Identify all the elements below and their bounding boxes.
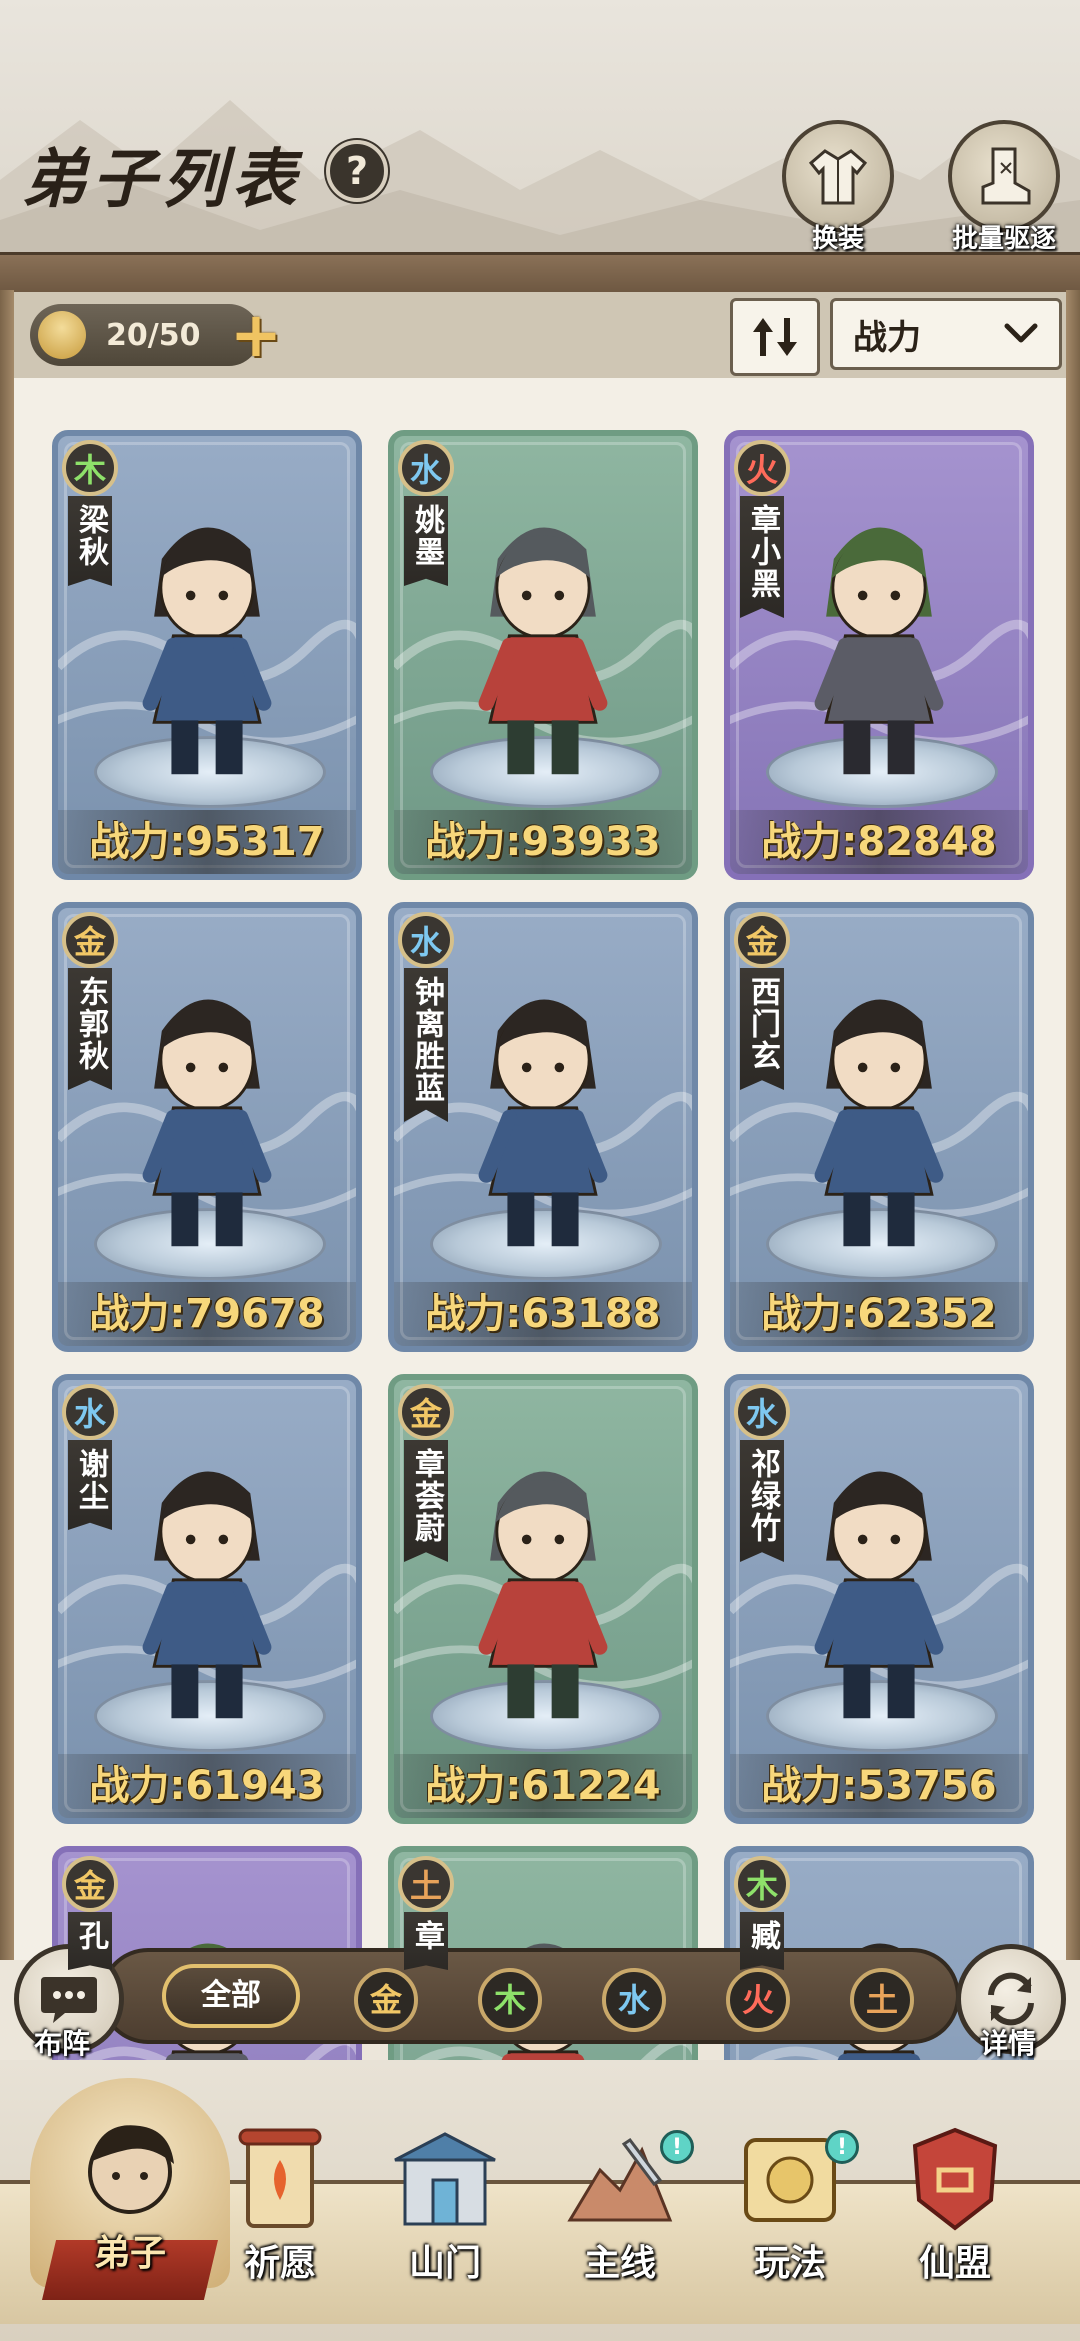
element-badge: 水: [398, 440, 454, 496]
disciple-name: 东郭秋: [68, 968, 112, 1090]
nav-sect-gate-label: 山门: [408, 2242, 481, 2284]
filter-earth-button[interactable]: 土: [850, 1968, 914, 2032]
gameplay-badge: !: [825, 2130, 859, 2164]
element-badge: 金: [62, 1856, 118, 1912]
scroll-icon: [238, 2128, 322, 2228]
disciple-card[interactable]: 金东郭秋战力:79678: [52, 902, 362, 1352]
disciple-name: 章荟蔚: [404, 1440, 448, 1562]
character-portrait: [478, 527, 608, 775]
expand-capacity-button[interactable]: +: [230, 304, 282, 366]
combat-power: 战力:82848: [730, 810, 1028, 874]
disciple-card[interactable]: 水姚墨战力:93933: [388, 430, 698, 880]
character-portrait: [142, 999, 272, 1247]
disciple-card[interactable]: 金西门玄战力:62352: [724, 902, 1034, 1352]
sort-field-value: 战力: [853, 317, 921, 358]
character-portrait: [814, 999, 944, 1247]
disciple-name: 孔: [68, 1912, 112, 1970]
element-badge: 金: [398, 1384, 454, 1440]
combat-power: 战力:79678: [58, 1282, 356, 1346]
filter-gold-button[interactable]: 金: [354, 1968, 418, 2032]
outfit-button[interactable]: 换装: [778, 120, 898, 255]
page-title: 弟子列表: [22, 142, 302, 217]
alliance-icon: [912, 2127, 998, 2231]
element-badge: 木: [734, 1856, 790, 1912]
filter-water-button[interactable]: 水: [602, 1968, 666, 2032]
combat-power: 战力:63188: [394, 1282, 692, 1346]
nav-sect-gate[interactable]: 山门: [370, 2120, 520, 2286]
combat-power: 战力:53756: [730, 1754, 1028, 1818]
character-portrait: [814, 1471, 944, 1719]
element-badge: 土: [398, 1856, 454, 1912]
filter-all-button[interactable]: 全部: [162, 1964, 300, 2028]
frame-right: [1066, 290, 1080, 1960]
disciple-card[interactable]: 水钟离胜蓝战力:63188: [388, 902, 698, 1352]
disciple-counter: 20/50: [30, 304, 260, 366]
disciple-name: 臧: [740, 1912, 784, 1970]
combat-power: 战力:61943: [58, 1754, 356, 1818]
disciple-card[interactable]: 金章荟蔚战力:61224: [388, 1374, 698, 1824]
nav-wish[interactable]: 祈愿: [205, 2120, 355, 2286]
element-badge: 金: [62, 912, 118, 968]
disciple-name: 梁秋: [68, 496, 112, 586]
disciple-icon: [88, 2125, 174, 2214]
disciple-name: 章: [404, 1912, 448, 1970]
element-badge: 火: [734, 440, 790, 496]
disciple-name: 钟离胜蓝: [404, 968, 448, 1122]
element-badge: 水: [62, 1384, 118, 1440]
nav-disciple-label: 弟子: [93, 2232, 166, 2274]
chevron-down-icon: [1004, 323, 1038, 343]
nav-main-story-label: 主线: [583, 2242, 656, 2284]
batch-dismiss-button[interactable]: 批量驱逐: [944, 120, 1064, 255]
nav-gameplay-label: 玩法: [753, 2242, 826, 2284]
disciple-card[interactable]: 水谢尘战力:61943: [52, 1374, 362, 1824]
combat-power: 战力:93933: [394, 810, 692, 874]
disciple-card[interactable]: 木梁秋战力:95317: [52, 430, 362, 880]
sort-order-button[interactable]: [730, 298, 820, 376]
character-portrait: [814, 527, 944, 775]
gate-icon: [394, 2132, 496, 2226]
nav-alliance-label: 仙盟: [918, 2242, 991, 2284]
nav-alliance[interactable]: 仙盟: [880, 2120, 1030, 2286]
element-badge: 木: [62, 440, 118, 496]
disciple-count: 20/50: [106, 317, 201, 353]
nav-disciple[interactable]: 弟子: [55, 2110, 205, 2276]
combat-power: 战力:61224: [394, 1754, 692, 1818]
sort-field-select[interactable]: 战力: [830, 298, 1062, 370]
nav-wish-label: 祈愿: [243, 2242, 316, 2284]
header: 弟子列表 ? 换装 批量驱逐: [0, 0, 1080, 260]
frame-left: [0, 290, 14, 1960]
main-story-badge: !: [660, 2130, 694, 2164]
disciple-name: 章小黑: [740, 496, 784, 618]
refresh-icon: [988, 1972, 1034, 2026]
disciple-head-icon: [38, 311, 86, 359]
disciple-name: 谢尘: [68, 1440, 112, 1530]
filter-wood-button[interactable]: 木: [478, 1968, 542, 2032]
disciple-name: 姚墨: [404, 496, 448, 586]
element-badge: 水: [734, 1384, 790, 1440]
element-filter-bar: 全部 金 木 水 火 土: [100, 1948, 960, 2044]
disciple-name: 祁绿竹: [740, 1440, 784, 1562]
disciple-name: 西门玄: [740, 968, 784, 1090]
batch-dismiss-label: 批量驱逐: [951, 224, 1056, 254]
character-portrait: [478, 1471, 608, 1719]
combat-power: 战力:62352: [730, 1282, 1028, 1346]
chat-bubble-icon: [41, 1977, 97, 2023]
combat-power: 战力:95317: [58, 810, 356, 874]
element-badge: 水: [398, 912, 454, 968]
formation-label: 布阵: [34, 2027, 91, 2060]
boot-icon: [981, 147, 1031, 205]
character-portrait: [142, 527, 272, 775]
filter-fire-button[interactable]: 火: [726, 1968, 790, 2032]
robe-icon: [808, 149, 868, 205]
disciple-card[interactable]: 火章小黑战力:82848: [724, 430, 1034, 880]
element-badge: 金: [734, 912, 790, 968]
character-portrait: [142, 1471, 272, 1719]
details-label: 详情: [980, 2027, 1037, 2060]
outfit-label: 换装: [811, 224, 864, 254]
sort-arrows-icon: [753, 318, 797, 356]
disciple-card[interactable]: 水祁绿竹战力:53756: [724, 1374, 1034, 1824]
help-button[interactable]: ?: [326, 140, 388, 202]
